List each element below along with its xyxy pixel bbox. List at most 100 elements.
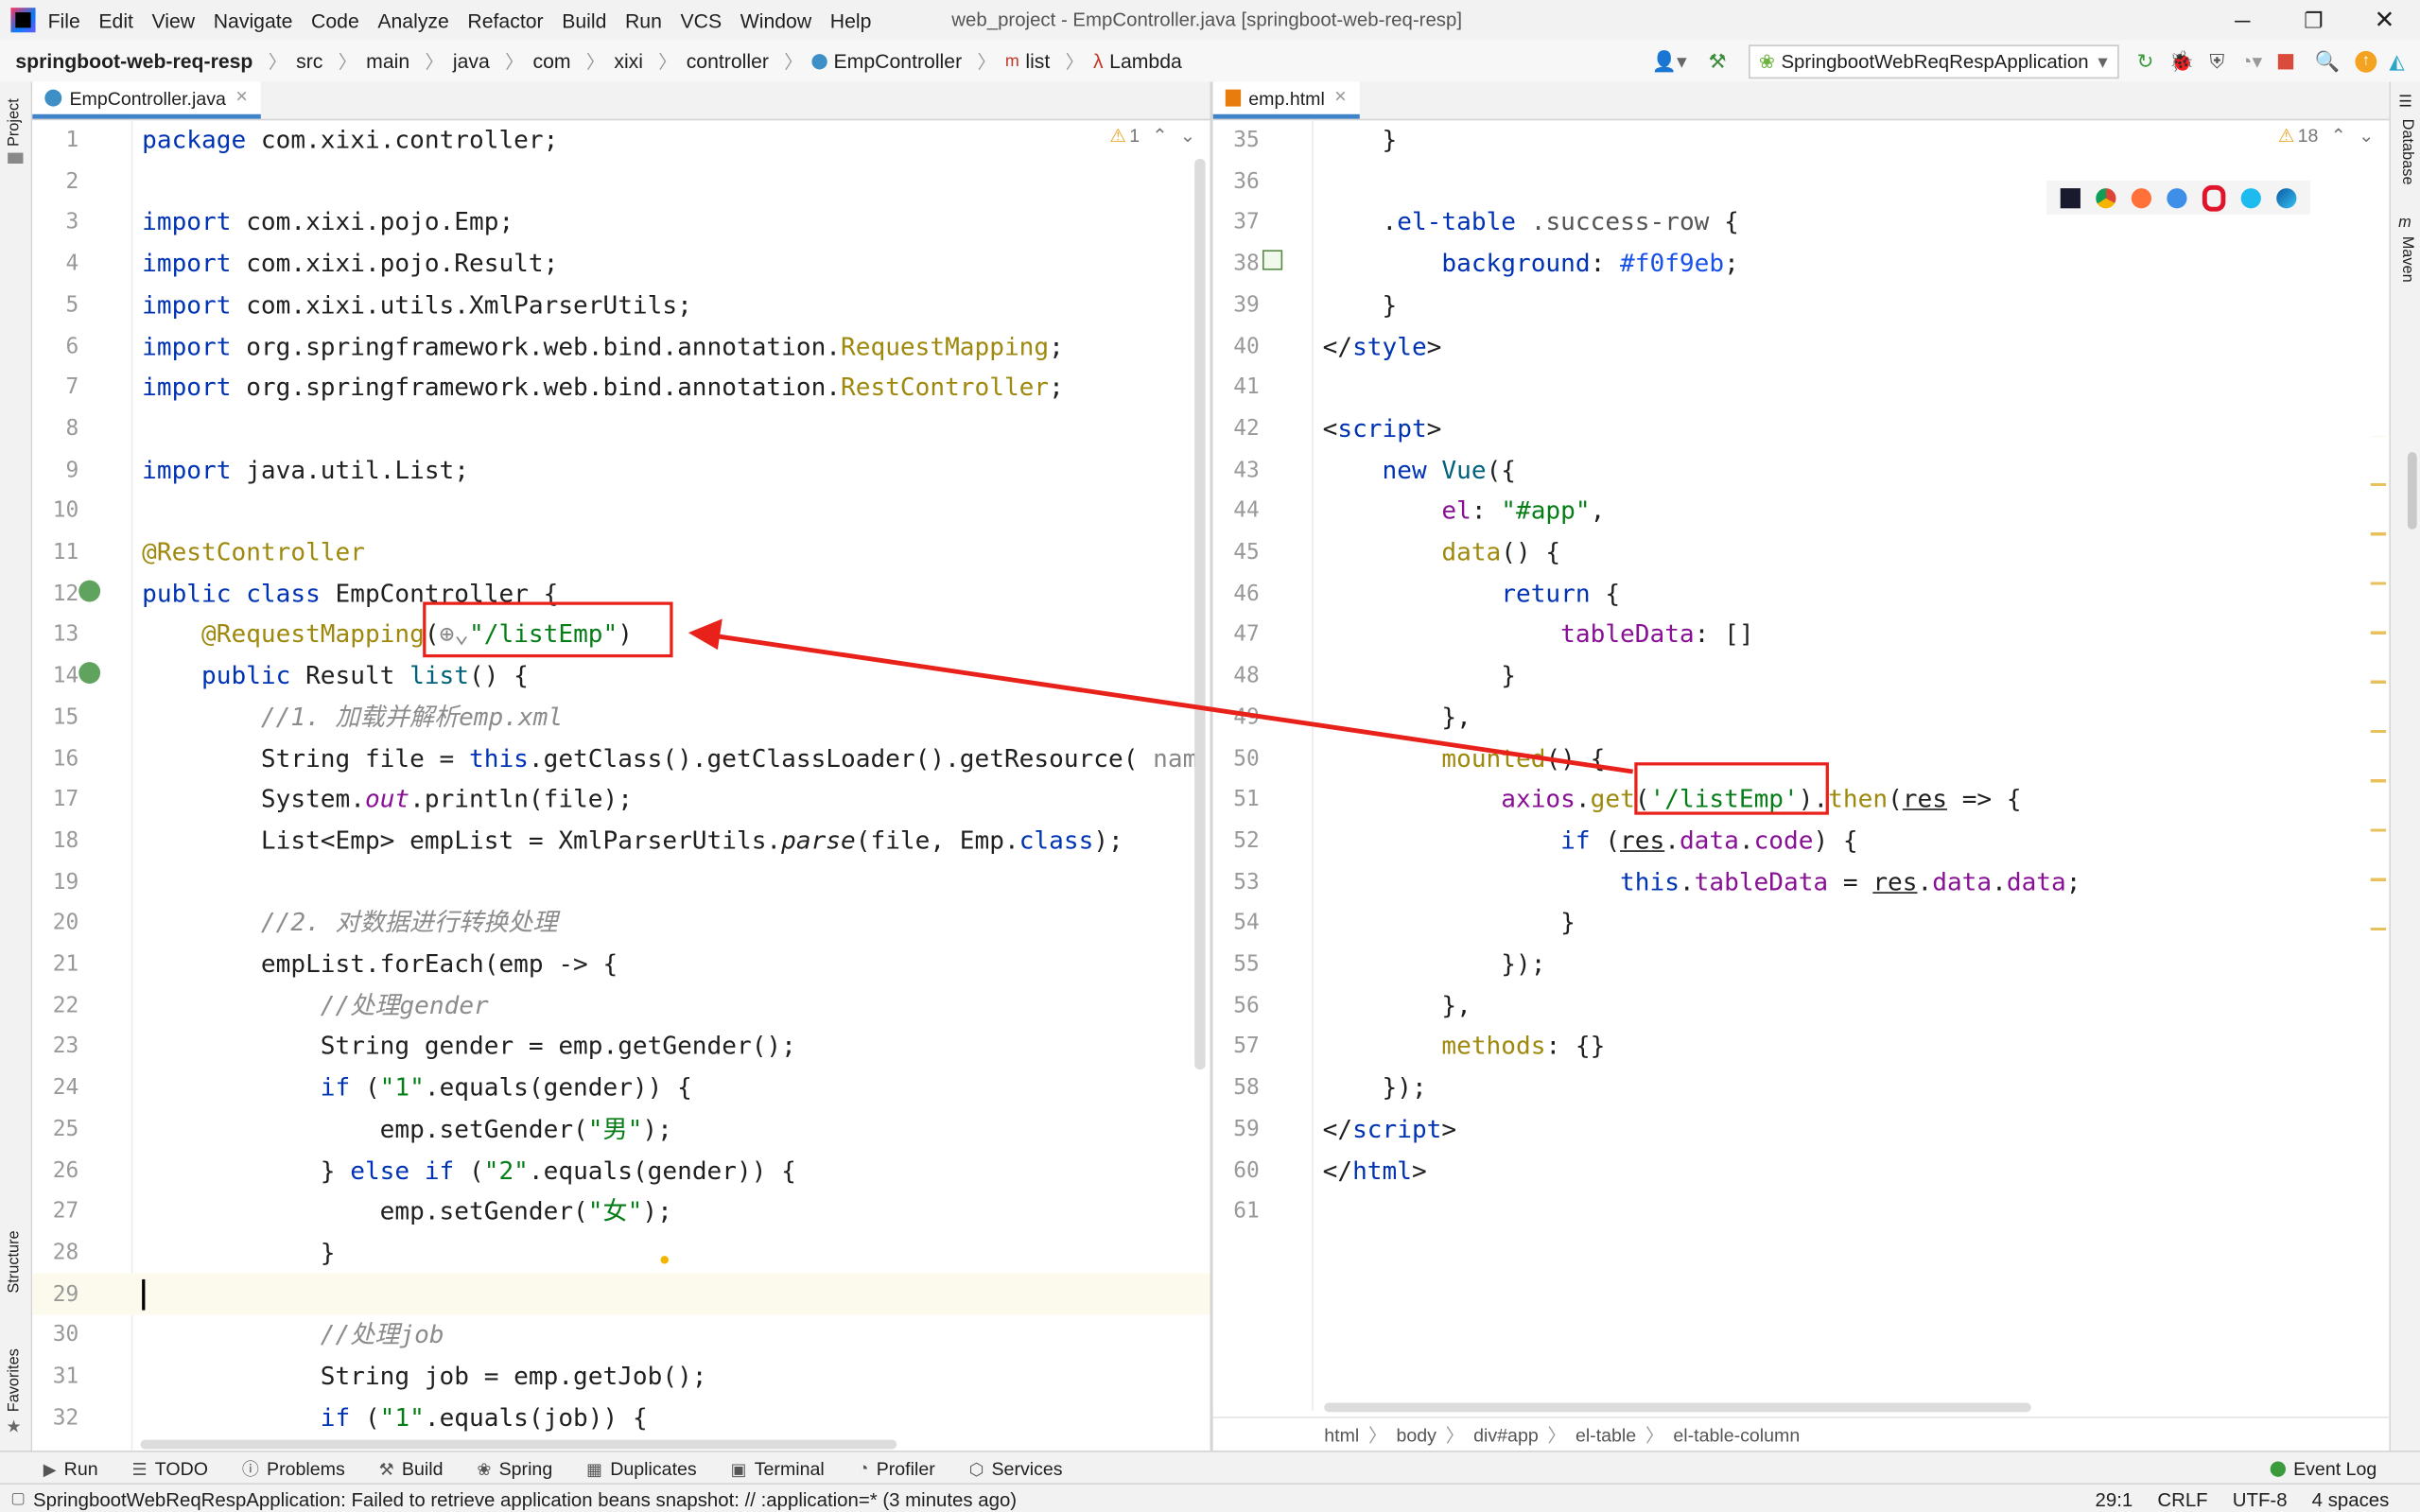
debug-icon[interactable]: 🐞 xyxy=(2169,48,2194,73)
code-line[interactable]: </script> xyxy=(1323,1109,1456,1151)
breadcrumb-item[interactable]: list xyxy=(1025,49,1050,72)
opera-icon[interactable] xyxy=(2202,184,2226,211)
menu-build[interactable]: Build xyxy=(562,9,606,31)
tool-spring[interactable]: ❀ Spring xyxy=(477,1458,552,1480)
edge-icon[interactable] xyxy=(2276,187,2297,208)
code-line[interactable]: if ("1".equals(job)) { xyxy=(142,1398,648,1439)
menu-refactor[interactable]: Refactor xyxy=(467,9,543,31)
indent-setting[interactable]: 4 spaces xyxy=(2312,1488,2390,1510)
chrome-icon[interactable] xyxy=(2096,187,2116,208)
chevron-down-icon[interactable]: ⌄ xyxy=(2359,125,2374,147)
tool-services[interactable]: ⬡ Services xyxy=(969,1458,1063,1480)
maximize-button[interactable]: ❐ xyxy=(2278,7,2349,33)
code-line[interactable]: import com.xixi.utils.XmlParserUtils; xyxy=(142,286,692,327)
code-line[interactable]: </style> xyxy=(1323,326,1442,368)
html-breadcrumb-item[interactable]: el-table xyxy=(1576,1424,1636,1446)
html-breadcrumb-item[interactable]: body xyxy=(1396,1424,1436,1446)
code-line[interactable]: } xyxy=(142,1233,336,1275)
code-line[interactable]: if (res.data.code) { xyxy=(1323,821,1857,862)
tool-problems[interactable]: ⓘ Problems xyxy=(242,1457,345,1482)
html-breadcrumb-item[interactable]: div#app xyxy=(1473,1424,1539,1446)
code-line[interactable]: emp.setGender("男"); xyxy=(142,1109,672,1151)
firefox-icon[interactable] xyxy=(2131,187,2152,208)
chevron-up-icon[interactable]: ⌃ xyxy=(2331,125,2346,147)
line-separator[interactable]: CRLF xyxy=(2157,1488,2207,1510)
code-line[interactable]: } xyxy=(1323,656,1516,698)
inspection-widget[interactable]: ⚠ 18 ⌃ ⌄ xyxy=(2278,125,2375,147)
horizontal-scrollbar[interactable] xyxy=(1324,1402,2031,1413)
tool-profiler[interactable]: ◔ Profiler xyxy=(859,1458,935,1480)
code-line[interactable]: import com.xixi.pojo.Emp; xyxy=(142,202,514,244)
menu-edit[interactable]: Edit xyxy=(98,9,133,31)
tab-empcontroller[interactable]: EmpController.java ✕ xyxy=(32,81,261,119)
user-icon[interactable]: 👤▾ xyxy=(1652,48,1687,73)
left-code-area[interactable]: 1 package com.xixi.controller; 2 3 import co… xyxy=(32,120,1210,1451)
menu-run[interactable]: Run xyxy=(625,9,662,31)
rerun-icon[interactable]: ↻ xyxy=(2137,48,2154,73)
menu-window[interactable]: Window xyxy=(740,9,811,31)
project-tool-tab[interactable]: Project xyxy=(7,98,24,147)
stop-icon[interactable] xyxy=(2277,53,2293,69)
intellij-browser-icon[interactable] xyxy=(2060,187,2081,208)
tool-todo[interactable]: ☰ TODO xyxy=(132,1458,209,1480)
code-line[interactable]: } xyxy=(1323,903,1576,945)
breadcrumb-item[interactable]: Lambda xyxy=(1109,49,1182,72)
breadcrumb-item[interactable]: main xyxy=(366,49,409,72)
safari-icon[interactable] xyxy=(2167,187,2187,208)
code-line[interactable]: }); xyxy=(1323,945,1545,986)
profile-icon[interactable]: ◔▾ xyxy=(2240,48,2262,73)
html-breadcrumb-item[interactable]: el-table-column xyxy=(1673,1424,1800,1446)
code-line[interactable]: <script> xyxy=(1323,408,1442,450)
tool-terminal[interactable]: ▣ Terminal xyxy=(731,1458,825,1480)
caret-position[interactable]: 29:1 xyxy=(2096,1488,2133,1510)
code-line[interactable]: mounted() { xyxy=(1323,739,1605,780)
vertical-scrollbar[interactable] xyxy=(1194,159,1206,1069)
menu-analyze[interactable]: Analyze xyxy=(377,9,448,31)
code-line[interactable]: empList.forEach(emp -> { xyxy=(142,945,618,986)
code-line[interactable]: //1. 加载并解析emp.xml xyxy=(142,697,563,739)
code-line[interactable]: new Vue({ xyxy=(1323,450,1517,492)
ie-icon[interactable] xyxy=(2240,187,2261,208)
update-icon[interactable]: ↑ xyxy=(2355,50,2377,72)
code-line[interactable]: //2. 对数据进行转换处理 xyxy=(142,903,558,945)
menu-navigate[interactable]: Navigate xyxy=(214,9,293,31)
code-line[interactable]: el: "#app", xyxy=(1323,491,1605,532)
code-line[interactable]: }, xyxy=(1323,985,1471,1027)
structure-tool-tab[interactable]: Structure xyxy=(7,1230,24,1293)
code-line[interactable]: //处理gender xyxy=(142,985,489,1027)
close-button[interactable]: ✕ xyxy=(2349,5,2420,36)
code-line[interactable]: String gender = emp.getGender(); xyxy=(142,1027,796,1069)
code-line[interactable]: import com.xixi.pojo.Result; xyxy=(142,244,558,286)
breadcrumb-item[interactable]: src xyxy=(296,49,322,72)
event-log-button[interactable]: Event Log xyxy=(2270,1452,2376,1486)
breadcrumb-item[interactable]: xixi xyxy=(614,49,643,72)
run-config-select[interactable]: ❀ SpringbootWebReqRespApplication ▾ xyxy=(1748,43,2119,78)
build-hammer-icon[interactable]: ⚒ xyxy=(1709,48,1727,73)
code-line[interactable]: } xyxy=(1323,120,1398,162)
code-line[interactable]: }); xyxy=(1323,1068,1427,1109)
code-line[interactable]: this.tableData = res.data.data; xyxy=(1323,862,2081,904)
tab-emp-html[interactable]: emp.html ✕ xyxy=(1212,81,1360,119)
code-line[interactable]: emp.setGender("女"); xyxy=(142,1191,672,1233)
code-line[interactable]: tableData: [] xyxy=(1323,615,1753,656)
breadcrumb-item[interactable]: springboot-web-req-resp xyxy=(15,49,252,72)
vertical-scrollbar[interactable] xyxy=(2407,452,2417,530)
code-line[interactable]: } xyxy=(1323,286,1398,327)
code-line[interactable]: if ("1".equals(gender)) { xyxy=(142,1068,692,1109)
inspection-widget[interactable]: ⚠ 1 ⌃ ⌄ xyxy=(1109,125,1195,147)
tool-run[interactable]: ▶ Run xyxy=(44,1458,98,1480)
code-line[interactable]: String file = this.getClass().getClassLo… xyxy=(142,739,1197,780)
menu-help[interactable]: Help xyxy=(830,9,872,31)
tab-close-icon[interactable]: ✕ xyxy=(1334,90,1348,107)
breadcrumb-item[interactable]: com xyxy=(533,49,571,72)
code-line[interactable]: background: #f0f9eb; xyxy=(1323,244,1738,286)
file-encoding[interactable]: UTF-8 xyxy=(2233,1488,2288,1510)
coverage-icon[interactable]: ⛨ xyxy=(2209,48,2224,73)
menu-file[interactable]: File xyxy=(48,9,80,31)
code-line[interactable]: return { xyxy=(1323,574,1620,616)
code-line[interactable]: methods: {} xyxy=(1323,1027,1605,1069)
favorites-tool-tab[interactable]: Favorites xyxy=(7,1348,24,1412)
code-line[interactable]: import org.springframework.web.bind.anno… xyxy=(142,368,1064,409)
menu-view[interactable]: View xyxy=(152,9,196,31)
breadcrumb-item[interactable]: EmpController xyxy=(834,49,963,72)
